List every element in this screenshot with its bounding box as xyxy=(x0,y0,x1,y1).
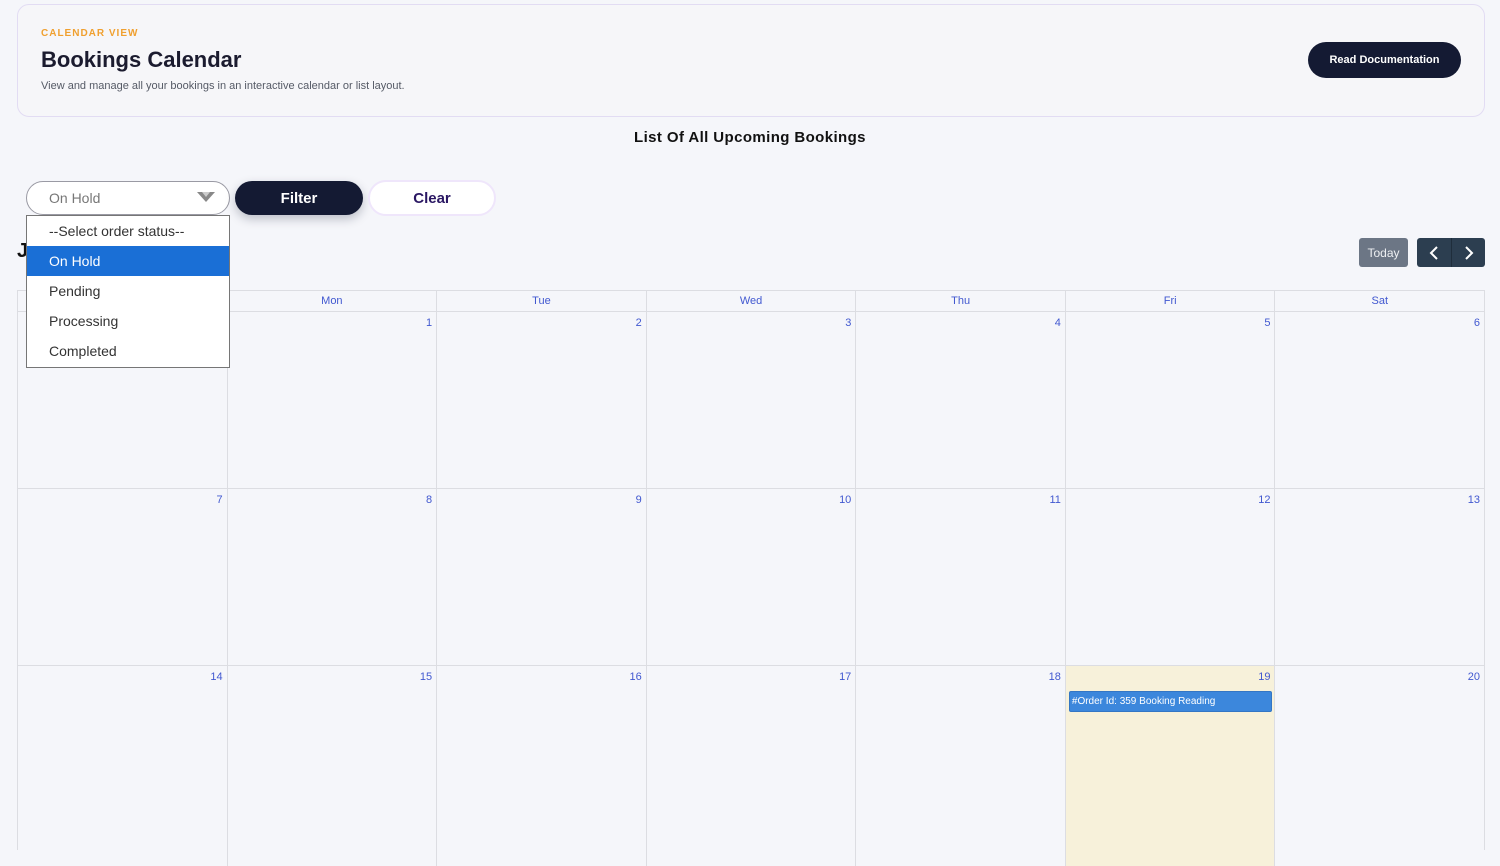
day-cell[interactable]: 12 xyxy=(1064,489,1275,665)
day-number: 1 xyxy=(426,317,433,329)
order-status-select[interactable]: On Hold xyxy=(26,181,230,215)
calendar-grid: Mon Tue Wed Thu Fri Sat 1 2 3 4 5 6 7 8 … xyxy=(17,290,1485,866)
day-header: Fri xyxy=(1064,291,1275,311)
chevron-right-icon xyxy=(1464,245,1473,260)
day-number: 10 xyxy=(839,494,852,506)
day-number: 15 xyxy=(419,671,433,683)
status-option-placeholder[interactable]: --Select order status-- xyxy=(27,216,229,246)
day-number: 2 xyxy=(635,317,642,329)
filter-button[interactable]: Filter xyxy=(235,181,363,215)
week-row: 14 15 16 17 18 19 #Order Id: 359 Booking… xyxy=(18,666,1484,866)
day-number: 11 xyxy=(1049,494,1061,506)
day-header: Thu xyxy=(855,291,1065,311)
page-subtitle: View and manage all your bookings in an … xyxy=(41,80,405,92)
day-number: 12 xyxy=(1258,494,1271,506)
order-status-dropdown: --Select order status-- On Hold Pending … xyxy=(26,215,230,368)
calendar-nav xyxy=(1417,238,1485,267)
day-cell[interactable]: 11 xyxy=(855,489,1065,665)
read-documentation-button[interactable]: Read Documentation xyxy=(1308,42,1461,78)
day-number: 4 xyxy=(1054,317,1061,329)
header-card: CALENDAR VIEW Bookings Calendar View and… xyxy=(17,4,1485,117)
day-cell[interactable]: 17 xyxy=(645,666,856,866)
week-row: 7 8 9 10 11 12 13 xyxy=(18,489,1484,666)
day-cell[interactable]: 16 xyxy=(436,666,646,866)
status-option-on-hold[interactable]: On Hold xyxy=(27,246,229,276)
week-row: 1 2 3 4 5 6 xyxy=(18,312,1484,489)
day-cell[interactable]: 2 xyxy=(436,312,646,488)
status-option-completed[interactable]: Completed xyxy=(27,336,229,366)
day-header: Wed xyxy=(645,291,856,311)
day-cell[interactable]: 10 xyxy=(645,489,856,665)
day-header: Sat xyxy=(1274,291,1484,311)
day-cell[interactable]: 6 xyxy=(1274,312,1484,488)
day-number: 13 xyxy=(1467,494,1481,506)
day-number: 8 xyxy=(426,494,433,506)
today-button[interactable]: Today xyxy=(1359,238,1408,267)
day-number: 7 xyxy=(216,494,223,506)
day-number: 14 xyxy=(210,671,223,683)
status-option-processing[interactable]: Processing xyxy=(27,306,229,336)
day-number: 9 xyxy=(635,494,642,506)
day-number: 19 xyxy=(1258,671,1271,683)
day-number: 17 xyxy=(839,671,852,683)
day-cell-today[interactable]: 19 #Order Id: 359 Booking Reading xyxy=(1064,666,1275,866)
day-number: 5 xyxy=(1264,317,1271,329)
day-cell[interactable]: 4 xyxy=(855,312,1065,488)
day-header-row: Mon Tue Wed Thu Fri Sat xyxy=(18,291,1484,312)
day-number: 20 xyxy=(1467,671,1481,683)
prev-month-button[interactable] xyxy=(1417,238,1451,267)
day-number: 6 xyxy=(1473,317,1481,329)
clear-button[interactable]: Clear xyxy=(368,180,496,216)
day-cell[interactable]: 8 xyxy=(226,489,437,665)
page-title: Bookings Calendar xyxy=(41,47,242,72)
eyebrow-label: CALENDAR VIEW xyxy=(41,28,139,39)
booking-event[interactable]: #Order Id: 359 Booking Reading xyxy=(1068,691,1273,712)
day-cell[interactable]: 7 xyxy=(18,489,227,665)
day-number: 3 xyxy=(845,317,852,329)
section-title: List Of All Upcoming Bookings xyxy=(634,129,866,146)
day-header: Mon xyxy=(226,291,437,311)
day-cell[interactable]: 15 xyxy=(226,666,437,866)
day-cell[interactable]: 1 xyxy=(226,312,437,488)
day-cell[interactable]: 13 xyxy=(1274,489,1484,665)
next-month-button[interactable] xyxy=(1451,238,1485,267)
day-number: 18 xyxy=(1048,671,1061,683)
day-cell[interactable]: 9 xyxy=(436,489,646,665)
caret-down-icon xyxy=(197,192,215,202)
day-cell[interactable]: 14 xyxy=(18,666,227,866)
day-cell[interactable]: 18 xyxy=(855,666,1065,866)
select-value: On Hold xyxy=(49,190,101,206)
day-header: Tue xyxy=(436,291,646,311)
chevron-left-icon xyxy=(1429,245,1438,260)
day-cell[interactable]: 5 xyxy=(1064,312,1275,488)
day-cell[interactable]: 3 xyxy=(645,312,856,488)
status-option-pending[interactable]: Pending xyxy=(27,276,229,306)
day-cell[interactable]: 20 xyxy=(1274,666,1484,866)
day-number: 16 xyxy=(629,671,642,683)
